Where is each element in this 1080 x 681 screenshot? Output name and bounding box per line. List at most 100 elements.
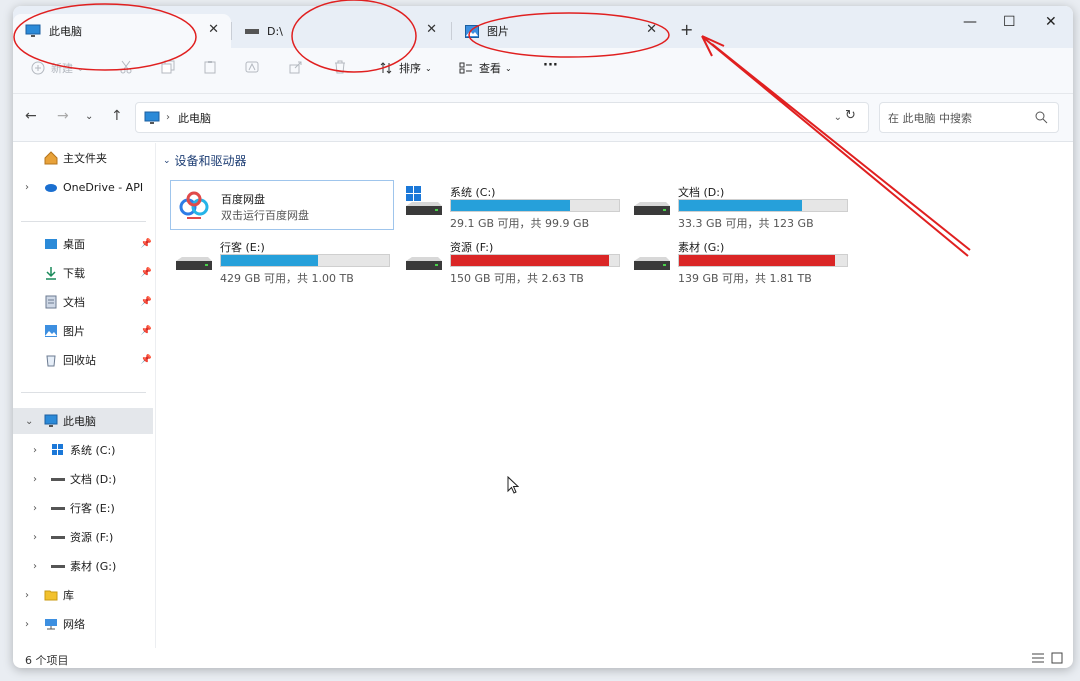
copy-button[interactable] [161, 60, 181, 74]
expand-chevron-icon[interactable]: › [33, 445, 37, 456]
sidebar-item-documents[interactable]: 文档 📌 [13, 289, 156, 315]
mouse-cursor-icon [507, 476, 519, 494]
group-header-devices[interactable]: ⌄ 设备和驱动器 [163, 152, 247, 169]
drive-icon [245, 29, 259, 34]
sidebar-item-drive-c[interactable]: › 系统 (C:) [13, 437, 156, 463]
address-bar[interactable]: › 此电脑 ⌄ [135, 102, 869, 133]
view-button[interactable]: 查看 ⌄ [459, 60, 512, 76]
expand-chevron-icon[interactable]: › [33, 474, 37, 485]
tab-close-icon[interactable]: ✕ [426, 22, 437, 37]
cut-button[interactable] [119, 60, 139, 74]
sidebar-item-library[interactable]: › 库 [13, 582, 156, 608]
minimize-button[interactable]: — [963, 14, 977, 30]
sidebar-item-pictures[interactable]: 图片 📌 [13, 318, 156, 344]
sidebar-item-this-pc[interactable]: ⌄ 此电脑 [13, 408, 153, 434]
picture-icon [465, 24, 479, 38]
sidebar-item-downloads[interactable]: 下载 📌 [13, 260, 156, 286]
cloud-icon [45, 184, 57, 192]
baidu-netdisk-tile[interactable]: 百度网盘 双击运行百度网盘 [170, 180, 394, 230]
drive-tile-g[interactable]: 素材 (G:) 139 GB 可用，共 1.81 TB [630, 235, 850, 285]
sort-icon [380, 62, 392, 74]
tab-label: 图片 [487, 25, 509, 38]
content-area: ⌄ 设备和驱动器 百度网盘 双击运行百度网盘 系统 (C:) 29.1 GB 可… [157, 143, 1073, 648]
drive-size: 150 GB 可用，共 2.63 TB [450, 272, 584, 285]
windows-drive-icon [52, 444, 63, 455]
address-dropdown-icon[interactable]: ⌄ [834, 112, 842, 123]
expand-chevron-icon[interactable]: › [33, 561, 37, 572]
close-window-button[interactable]: ✕ [1045, 14, 1057, 30]
drive-icon [634, 202, 670, 215]
sidebar-item-network[interactable]: › 网络 [13, 611, 156, 637]
up-arrow-icon[interactable]: ↑ [111, 108, 123, 124]
drive-tile-d[interactable]: 文档 (D:) 33.3 GB 可用，共 123 GB [630, 180, 850, 230]
tab-pictures[interactable]: 图片 ✕ [453, 14, 669, 48]
tab-close-icon[interactable]: ✕ [646, 22, 657, 37]
expand-chevron-icon[interactable]: › [25, 182, 29, 193]
tile-description: 双击运行百度网盘 [221, 209, 309, 222]
drive-tile-f[interactable]: 资源 (F:) 150 GB 可用，共 2.63 TB [402, 235, 622, 285]
collapse-chevron-icon[interactable]: ⌄ [25, 416, 33, 427]
rename-button[interactable] [245, 60, 265, 74]
pin-icon[interactable]: 📌 [141, 239, 152, 249]
refresh-icon[interactable]: ↻ [845, 108, 856, 123]
drive-tile-c[interactable]: 系统 (C:) 29.1 GB 可用，共 99.9 GB [402, 180, 622, 230]
drive-icon [634, 257, 670, 270]
sort-button[interactable]: 排序 ⌄ [379, 60, 432, 76]
drive-usage-bar [678, 199, 848, 212]
drive-size: 33.3 GB 可用，共 123 GB [678, 217, 814, 230]
trash-icon [335, 60, 345, 74]
sidebar-item-drive-f[interactable]: › 资源 (F:) [13, 524, 156, 550]
forward-arrow-icon[interactable]: → [57, 108, 69, 124]
maximize-button[interactable]: ☐ [1003, 14, 1016, 30]
expand-chevron-icon[interactable]: › [25, 619, 29, 630]
sidebar-item-onedrive[interactable]: › OneDrive - API [13, 174, 156, 200]
sidebar-divider [21, 392, 146, 393]
tab-bar: 此电脑 ✕ D:\ ✕ 图片 ✕ + — ☐ ✕ [13, 6, 1073, 48]
sidebar-label: 系统 (C:) [70, 444, 116, 457]
drive-tile-e[interactable]: 行客 (E:) 429 GB 可用，共 1.00 TB [174, 235, 394, 285]
tab-d-drive[interactable]: D:\ ✕ [233, 14, 449, 48]
expand-chevron-icon[interactable]: › [33, 503, 37, 514]
sidebar-item-drive-g[interactable]: › 素材 (G:) [13, 553, 156, 579]
tiles-view-icon[interactable] [1051, 652, 1063, 664]
drive-icon [51, 536, 65, 539]
new-button[interactable]: 新建 ⌄ [31, 60, 84, 76]
tab-this-pc[interactable]: 此电脑 ✕ [13, 14, 231, 48]
delete-button[interactable] [333, 60, 353, 74]
group-collapse-chevron-icon[interactable]: ⌄ [163, 156, 171, 166]
drive-icon [176, 257, 212, 270]
search-input[interactable]: 在 此电脑 中搜索 [879, 102, 1059, 133]
sidebar-item-desktop[interactable]: 桌面 📌 [13, 231, 156, 257]
sidebar-item-drive-d[interactable]: › 文档 (D:) [13, 466, 156, 492]
sidebar-item-home[interactable]: 主文件夹 [13, 145, 156, 171]
sidebar-item-drive-e[interactable]: › 行客 (E:) [13, 495, 156, 521]
view-icon [459, 62, 472, 74]
view-label: 查看 [479, 62, 501, 75]
pin-icon[interactable]: 📌 [141, 268, 152, 278]
drive-icon [51, 507, 65, 510]
sidebar-item-recycle-bin[interactable]: 回收站 📌 [13, 347, 156, 373]
pin-icon[interactable]: 📌 [141, 326, 152, 336]
copy-icon [161, 60, 175, 74]
search-icon [1035, 111, 1048, 124]
paste-button[interactable] [203, 60, 223, 74]
sidebar-label: 下载 [63, 267, 85, 280]
pin-icon[interactable]: 📌 [141, 355, 152, 365]
back-arrow-icon[interactable]: ← [25, 108, 37, 124]
new-label: 新建 [51, 62, 73, 75]
sidebar-label: 文档 (D:) [70, 473, 117, 486]
pin-icon[interactable]: 📌 [141, 297, 152, 307]
details-view-icon[interactable] [1031, 652, 1045, 664]
sidebar-label: 图片 [63, 325, 85, 338]
breadcrumb-location[interactable]: 此电脑 [178, 110, 211, 126]
expand-chevron-icon[interactable]: › [33, 532, 37, 543]
recent-chevron-icon[interactable]: ⌄ [85, 111, 93, 122]
tab-divider [451, 22, 452, 40]
more-options-button[interactable]: ··· [543, 58, 558, 73]
tab-close-icon[interactable]: ✕ [208, 22, 219, 37]
new-tab-button[interactable]: + [680, 20, 693, 39]
drive-size: 429 GB 可用，共 1.00 TB [220, 272, 354, 285]
sidebar-label: 此电脑 [63, 415, 96, 428]
share-button[interactable] [289, 60, 309, 74]
expand-chevron-icon[interactable]: › [25, 590, 29, 601]
